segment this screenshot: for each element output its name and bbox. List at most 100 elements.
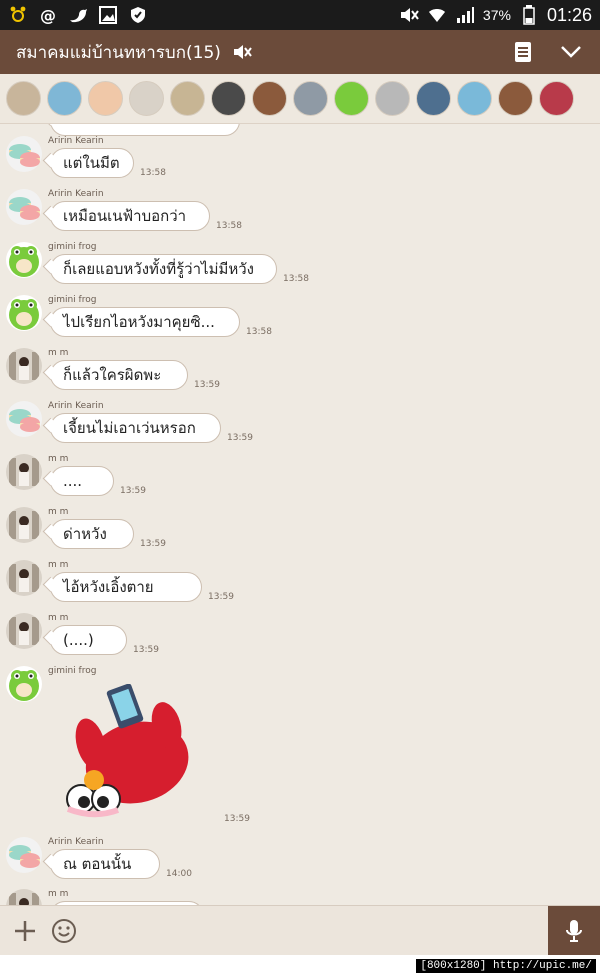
message-time: 13:58 — [246, 327, 272, 337]
member-avatar[interactable] — [375, 81, 410, 116]
chat-bubble[interactable]: ก็แล้วใครผิดพะ — [50, 360, 188, 390]
plus-icon[interactable] — [12, 918, 38, 944]
sender-avatar[interactable] — [6, 560, 42, 596]
message-time: 13:58 — [283, 274, 309, 284]
alarm-icon — [8, 5, 28, 25]
shield-icon — [128, 5, 148, 25]
chat-bubble[interactable]: แต่ในมีต — [50, 148, 134, 178]
chat-bubble[interactable]: เจี้ยนไม่เอาเว่นหรอก — [50, 413, 221, 443]
signal-icon — [455, 5, 475, 25]
chat-bubble[interactable]: ณ ตอนนั้น — [50, 849, 160, 879]
sender-name: m m — [48, 454, 69, 464]
message-text: ไปเรียกไอหวังมาคุยซิ... — [63, 313, 215, 331]
sender-name: Aririn Kearin — [48, 837, 104, 847]
wifi-icon — [427, 5, 447, 25]
member-avatar[interactable] — [129, 81, 164, 116]
sender-name: m m — [48, 613, 69, 623]
chevron-down-icon[interactable] — [558, 39, 584, 65]
sender-avatar[interactable] — [6, 295, 42, 331]
sender-avatar[interactable] — [6, 454, 42, 490]
member-avatar[interactable] — [539, 81, 574, 116]
member-avatar[interactable] — [88, 81, 123, 116]
sender-name: gimini frog — [48, 295, 97, 305]
at-icon: @ — [40, 5, 56, 25]
member-avatar[interactable] — [170, 81, 205, 116]
sender-name: gimini frog — [48, 666, 97, 676]
member-avatar[interactable] — [211, 81, 246, 116]
emoji-icon[interactable] — [50, 917, 78, 945]
sender-name: m m — [48, 507, 69, 517]
chat-bubble[interactable]: .... — [50, 466, 114, 496]
message-text: เจี้ยนไม่เอาเว่นหรอก — [63, 419, 196, 437]
sender-name: Aririn Kearin — [48, 401, 104, 411]
sender-name: Aririn Kearin — [48, 189, 104, 199]
member-avatar[interactable] — [334, 81, 369, 116]
sender-avatar[interactable] — [6, 401, 42, 437]
member-avatar[interactable] — [6, 81, 41, 116]
notes-icon[interactable] — [510, 39, 536, 65]
microphone-icon[interactable] — [548, 906, 600, 956]
sender-avatar[interactable] — [6, 348, 42, 384]
sender-avatar[interactable] — [6, 507, 42, 543]
chat-bubble[interactable]: ไอ้หวังเอิ้งตาย — [50, 572, 202, 602]
member-avatar[interactable] — [498, 81, 533, 116]
message-text: ด่าหวัง — [63, 525, 107, 543]
sender-avatar[interactable] — [6, 837, 42, 873]
message-time: 13:59 — [120, 486, 146, 496]
member-avatar[interactable] — [293, 81, 328, 116]
message-time: 13:58 — [140, 168, 166, 178]
sticker-image[interactable] — [56, 683, 206, 819]
sender-avatar[interactable] — [6, 242, 42, 278]
message-time: 13:59 — [224, 814, 250, 824]
message-text: เหมือนเนฟ้าบอกว่า — [63, 207, 187, 225]
message-time: 14:00 — [166, 869, 192, 879]
mute-status-icon — [399, 5, 419, 25]
sender-name: m m — [48, 560, 69, 570]
chat-bubble-partial — [50, 124, 240, 136]
member-avatar[interactable] — [457, 81, 492, 116]
message-text: แต่ในมีต — [63, 154, 120, 172]
sender-avatar[interactable] — [6, 613, 42, 649]
sender-avatar[interactable] — [6, 889, 42, 905]
clock: 01:26 — [546, 4, 592, 25]
member-avatar[interactable] — [416, 81, 451, 116]
sender-avatar[interactable] — [6, 136, 42, 172]
battery-percent: 37% — [482, 7, 511, 23]
message-time: 13:59 — [227, 433, 253, 443]
watermark: [800x1280] http://upic.me/ — [416, 959, 596, 973]
message-text: ก็เลยแอบหวังทั้งที่รู้ว่าไม่มีหวัง — [63, 260, 254, 278]
chat-area[interactable]: Aririn Kearin แต่ในมีต 13:58 Aririn Kearin เ… — [0, 124, 600, 905]
message-time: 13:59 — [140, 539, 166, 549]
chat-header: สมาคมแม่บ้านทหารบก(15) — [0, 30, 600, 74]
message-time: 13:58 — [216, 221, 242, 231]
message-time: 13:59 — [194, 380, 220, 390]
message-text: (....) — [63, 631, 94, 649]
chat-bubble[interactable]: ไปเรียกไอหวังมาคุยซิ... — [50, 307, 240, 337]
message-text: .... — [63, 472, 83, 490]
sender-name: m m — [48, 348, 69, 358]
chat-bubble[interactable]: ด่าหวัง — [50, 519, 134, 549]
battery-icon — [519, 5, 539, 25]
muted-icon — [231, 41, 253, 63]
message-text: ณ ตอนนั้น — [63, 855, 132, 873]
sender-avatar[interactable] — [6, 666, 42, 702]
chat-bubble[interactable]: (....) — [50, 625, 127, 655]
member-avatar[interactable] — [252, 81, 287, 116]
message-text: ไอ้หวังเอิ้งตาย — [63, 578, 154, 596]
message-input-bar — [0, 905, 600, 956]
sender-name: Aririn Kearin — [48, 136, 104, 146]
gallery-icon — [98, 5, 118, 25]
member-avatar[interactable] — [47, 81, 82, 116]
status-bar: @ 37% 01:26 — [0, 0, 600, 30]
sender-name: m m — [48, 889, 69, 899]
message-time: 13:59 — [208, 592, 234, 602]
chat-bubble[interactable]: ก็เลยแอบหวังทั้งที่รู้ว่าไม่มีหวัง — [50, 254, 277, 284]
message-time: 13:59 — [133, 645, 159, 655]
message-text: ก็แล้วใครผิดพะ — [63, 366, 162, 384]
member-avatar-row — [0, 74, 600, 124]
chat-bubble[interactable]: เหมือนเนฟ้าบอกว่า — [50, 201, 210, 231]
sender-name: gimini frog — [48, 242, 97, 252]
sender-avatar[interactable] — [6, 189, 42, 225]
chat-title[interactable]: สมาคมแม่บ้านทหารบก(15) — [16, 39, 221, 66]
bottom-strip: [800x1280] http://upic.me/ — [0, 955, 600, 975]
